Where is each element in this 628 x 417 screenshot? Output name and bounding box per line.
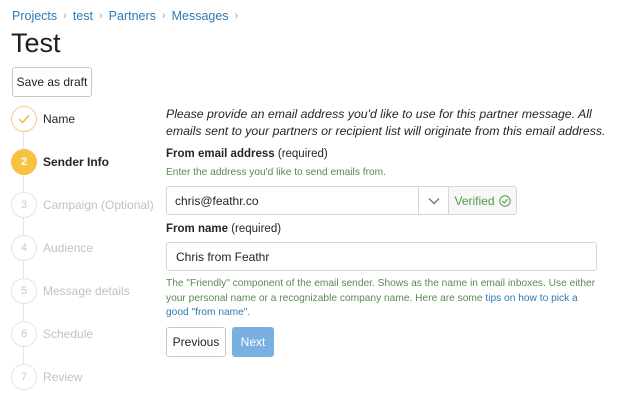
step-connector	[23, 304, 24, 321]
step-number: 5	[11, 278, 37, 304]
from-email-label-text: From email address	[166, 148, 275, 160]
chevron-right-icon: ›	[161, 10, 166, 22]
breadcrumb-messages[interactable]: Messages	[172, 9, 229, 23]
next-button[interactable]: Next	[232, 327, 274, 357]
required-note: (required)	[277, 148, 328, 160]
step-circle	[11, 106, 37, 132]
from-name-help: The "Friendly" component of the email se…	[166, 277, 598, 321]
step-label: Message details	[43, 284, 130, 298]
page-title: Test	[11, 28, 61, 58]
from-email-label: From email address (required)	[166, 148, 328, 160]
step-campaign[interactable]: 3 Campaign (Optional)	[11, 192, 154, 218]
intro-text: Please provide an email address you'd li…	[166, 107, 606, 138]
step-connector	[23, 347, 24, 364]
step-schedule[interactable]: 6 Schedule	[11, 321, 93, 347]
step-label: Sender Info	[43, 155, 110, 169]
save-as-draft-button[interactable]: Save as draft	[12, 67, 92, 97]
from-email-help: Enter the address you'd like to send ema…	[166, 167, 386, 178]
required-note: (required)	[231, 223, 282, 235]
chevron-right-icon: ›	[63, 10, 67, 22]
breadcrumb-partners[interactable]: Partners	[109, 9, 156, 23]
step-review[interactable]: 7 Review	[11, 364, 82, 390]
from-name-label-text: From name	[166, 223, 228, 235]
step-label: Audience	[43, 241, 94, 255]
previous-button[interactable]: Previous	[166, 327, 226, 357]
step-label: Review	[43, 370, 83, 384]
from-email-select[interactable]: chris@feathr.co	[166, 186, 418, 215]
step-connector	[23, 218, 24, 235]
check-circle-icon	[498, 194, 511, 207]
step-audience[interactable]: 4 Audience	[11, 235, 93, 261]
step-label: Campaign (Optional)	[43, 198, 154, 212]
step-connector	[23, 261, 24, 278]
verified-text: Verified	[454, 193, 495, 208]
step-connector	[23, 132, 24, 149]
from-name-help-end: .	[247, 307, 251, 318]
breadcrumb: Projects › test › Partners › Messages ›	[12, 9, 238, 23]
breadcrumb-test[interactable]: test	[73, 9, 93, 23]
step-number: 6	[11, 321, 37, 347]
from-name-label: From name (required)	[166, 223, 281, 235]
step-number: 3	[11, 192, 37, 218]
step-number: 7	[11, 364, 37, 390]
step-message-details[interactable]: 5 Message details	[11, 278, 130, 304]
verified-badge: Verified	[448, 186, 517, 215]
chevron-right-icon: ›	[98, 10, 103, 22]
check-icon	[18, 115, 30, 124]
from-email-row: chris@feathr.co Verified	[166, 186, 517, 215]
step-label: Schedule	[43, 327, 94, 341]
step-name[interactable]: Name	[11, 106, 75, 132]
step-number: 4	[11, 235, 37, 261]
step-number: 2	[11, 149, 37, 175]
sender-info-form: Please provide an email address you'd li…	[166, 106, 606, 357]
chevron-right-icon: ›	[234, 10, 239, 22]
step-connector	[23, 175, 24, 192]
step-label: Name	[43, 112, 76, 126]
breadcrumb-projects[interactable]: Projects	[12, 9, 57, 23]
from-name-input[interactable]: Chris from Feathr	[166, 242, 597, 271]
step-sender-info[interactable]: 2 Sender Info	[11, 149, 109, 175]
chevron-down-icon[interactable]	[418, 186, 448, 215]
